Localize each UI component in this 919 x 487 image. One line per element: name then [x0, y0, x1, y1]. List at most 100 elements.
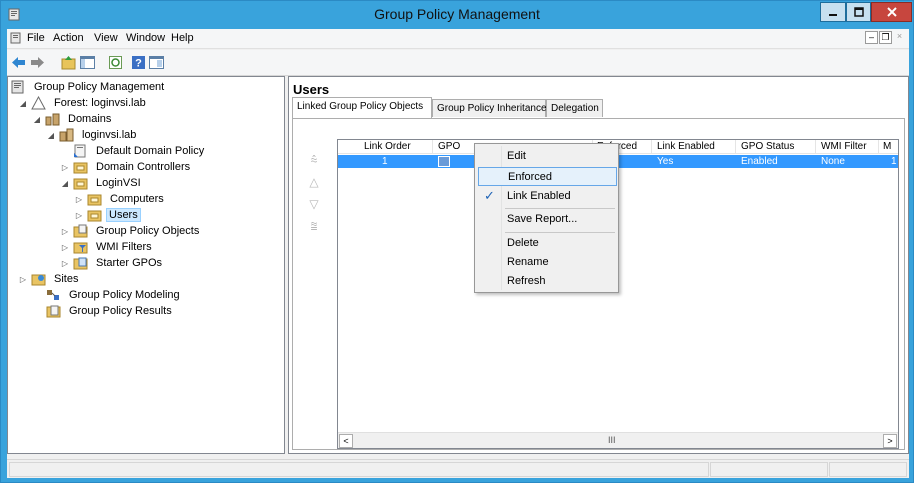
menu-window[interactable]: Window: [126, 32, 165, 44]
maximize-button[interactable]: [846, 2, 871, 22]
tree-item-domain[interactable]: ◢ loginvsi.lab: [46, 127, 140, 143]
expand-arrow-icon[interactable]: ▷: [60, 259, 70, 268]
collapse-arrow-icon[interactable]: ◢: [60, 179, 70, 188]
column-header-modified[interactable]: M: [883, 141, 891, 152]
gpm-console-icon: [11, 80, 26, 94]
tree-item-gpm-root[interactable]: Group Policy Management: [11, 79, 168, 95]
menu-item-label: Delete: [507, 237, 539, 249]
cell-modified: 1: [891, 156, 897, 167]
expand-arrow-icon[interactable]: ▷: [60, 227, 70, 236]
move-up-icon[interactable]: △: [307, 175, 321, 189]
cell-gpo-status: Enabled: [741, 156, 778, 167]
scroll-left-icon[interactable]: <: [339, 434, 353, 448]
tree-item-sites[interactable]: ▷ Sites: [18, 271, 82, 287]
menu-item-link-enabled[interactable]: ✓ Link Enabled: [478, 187, 617, 206]
scroll-right-icon[interactable]: >: [883, 434, 897, 448]
tree-item-forest[interactable]: ◢ Forest: loginvsi.lab: [18, 95, 150, 111]
menu-item-edit[interactable]: Edit: [478, 147, 617, 166]
properties-icon[interactable]: [148, 54, 165, 71]
column-header-gpo[interactable]: GPO: [438, 141, 460, 152]
scroll-thumb-grip[interactable]: III: [608, 435, 616, 445]
modeling-icon: [46, 288, 61, 302]
system-menu-icon[interactable]: [10, 32, 22, 44]
column-header-link-enabled[interactable]: Link Enabled: [657, 141, 715, 152]
mdi-close-button[interactable]: ×: [893, 31, 906, 44]
status-cell-2: [710, 462, 828, 477]
up-folder-icon[interactable]: [60, 54, 77, 71]
menu-item-enforced[interactable]: Enforced: [478, 167, 617, 186]
move-to-bottom-icon[interactable]: ⩰: [307, 219, 321, 233]
tree-item-gp-modeling[interactable]: Group Policy Modeling: [46, 287, 184, 303]
menu-item-save-report[interactable]: Save Report...: [478, 210, 617, 229]
menu-file[interactable]: File: [27, 32, 45, 44]
expand-arrow-icon[interactable]: ▷: [74, 211, 84, 220]
expand-arrow-icon[interactable]: ▷: [74, 195, 84, 204]
tree-item-domain-controllers[interactable]: ▷ Domain Controllers: [60, 159, 194, 175]
tree-item-label: Group Policy Results: [69, 305, 172, 317]
menu-item-rename[interactable]: Rename: [478, 253, 617, 272]
refresh-icon[interactable]: [107, 54, 124, 71]
expand-arrow-icon[interactable]: ▷: [60, 243, 70, 252]
close-button[interactable]: [871, 2, 912, 22]
tab-gp-inheritance[interactable]: Group Policy Inheritance: [432, 99, 547, 117]
menu-item-label: Enforced: [508, 171, 553, 183]
gpo-link-icon: [73, 144, 88, 158]
wmi-folder-icon: [73, 240, 88, 254]
column-divider[interactable]: [432, 140, 433, 154]
mdi-minimize-button[interactable]: –: [865, 31, 878, 44]
collapse-arrow-icon[interactable]: ◢: [32, 115, 42, 124]
tree-item-gp-results[interactable]: Group Policy Results: [46, 303, 176, 319]
expand-arrow-icon[interactable]: ▷: [18, 275, 28, 284]
mdi-controls: – ❐ ×: [865, 31, 906, 44]
menu-item-refresh[interactable]: Refresh: [478, 272, 617, 291]
tree-item-label: Domain Controllers: [96, 161, 191, 173]
menu-separator: [505, 232, 615, 233]
tree-item-loginvsi[interactable]: ◢ LoginVSI: [60, 175, 145, 191]
tree-item-computers[interactable]: ▷ Computers: [74, 191, 168, 207]
column-divider[interactable]: [878, 140, 879, 154]
column-divider[interactable]: [815, 140, 816, 154]
menu-view[interactable]: View: [94, 32, 118, 44]
move-to-top-icon[interactable]: ⩯: [307, 153, 321, 167]
column-header-gpo-status[interactable]: GPO Status: [741, 141, 794, 152]
forest-icon: [31, 95, 46, 110]
expand-arrow-icon[interactable]: ▷: [60, 163, 70, 172]
tree-item-label: Starter GPOs: [96, 257, 163, 269]
column-header-wmi-filter[interactable]: WMI Filter: [821, 141, 867, 152]
close-icon: [886, 7, 897, 17]
mdi-restore-button[interactable]: ❐: [879, 31, 892, 44]
title-bar[interactable]: Group Policy Management: [1, 1, 913, 29]
tree-item-wmi-filters[interactable]: ▷ WMI Filters: [60, 239, 156, 255]
sites-icon: [31, 272, 46, 286]
move-down-icon[interactable]: ▽: [307, 197, 321, 211]
back-arrow-icon[interactable]: [10, 54, 27, 71]
collapse-arrow-icon[interactable]: ◢: [18, 99, 28, 108]
forward-arrow-icon[interactable]: [29, 54, 46, 71]
tree-item-group-policy-objects[interactable]: ▷ Group Policy Objects: [60, 223, 203, 239]
menu-help[interactable]: Help: [171, 32, 194, 44]
checkmark-icon: ✓: [484, 188, 495, 203]
show-hide-tree-icon[interactable]: [79, 54, 96, 71]
menu-action[interactable]: Action: [53, 32, 84, 44]
tab-delegation[interactable]: Delegation: [546, 99, 603, 117]
horizontal-scrollbar[interactable]: < III >: [338, 432, 898, 448]
tree-item-label: Domains: [68, 113, 112, 125]
tree-item-default-domain-policy[interactable]: Default Domain Policy: [73, 143, 208, 159]
menu-item-delete[interactable]: Delete: [478, 234, 617, 253]
column-header-link-order[interactable]: Link Order: [364, 141, 411, 152]
status-cell-main: [9, 462, 709, 477]
tab-linked-gpos[interactable]: Linked Group Policy Objects: [292, 97, 432, 118]
column-divider[interactable]: [735, 140, 736, 154]
menu-separator: [505, 208, 615, 209]
collapse-arrow-icon[interactable]: ◢: [46, 131, 56, 140]
tree-item-starter-gpos[interactable]: ▷ Starter GPOs: [60, 255, 166, 271]
tree-item-users[interactable]: ▷ Users: [74, 207, 141, 223]
tree-item-label: loginvsi.lab: [82, 129, 137, 141]
cell-link-order: 1: [382, 156, 388, 167]
ou-folder-icon: [87, 192, 102, 206]
minimize-button[interactable]: [820, 2, 846, 22]
column-divider[interactable]: [651, 140, 652, 154]
help-icon[interactable]: ?: [130, 54, 147, 71]
tree-item-domains[interactable]: ◢ Domains: [32, 111, 115, 127]
results-icon: [46, 304, 61, 318]
